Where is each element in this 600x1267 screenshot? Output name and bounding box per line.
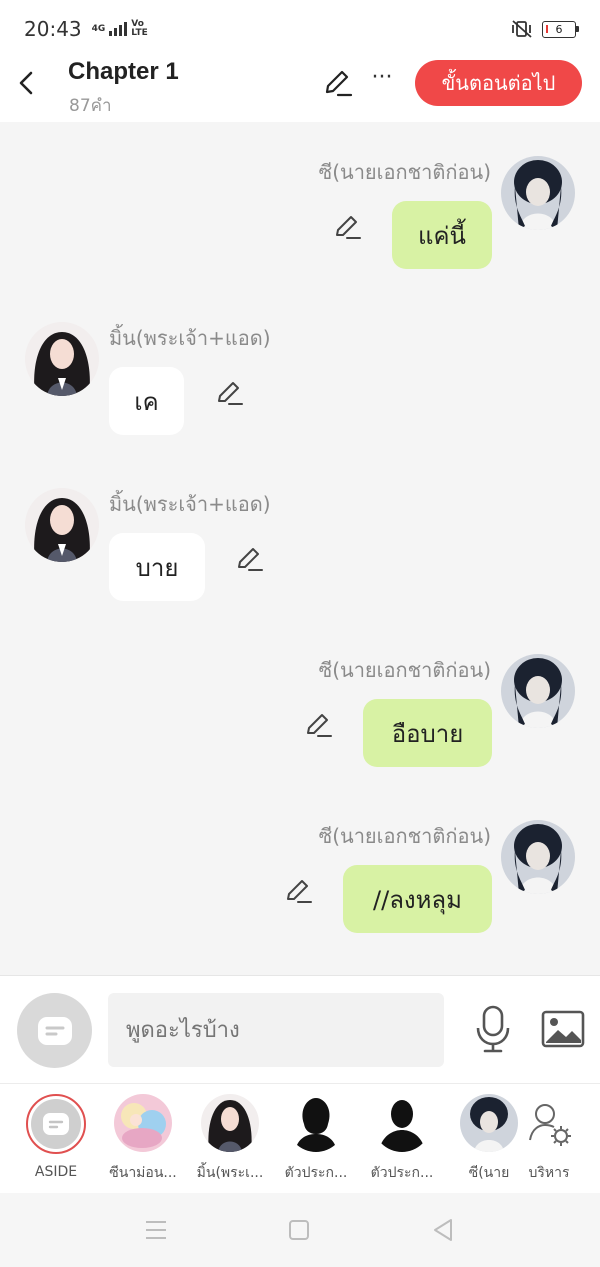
sender-name: ซี(นายเอกชาติก่อน) [318,658,491,682]
sender-name: มิ้น(พระเจ้า+แอด) [109,326,271,350]
character-avatar [201,1094,259,1152]
message-bubble[interactable]: แค่นี้ [392,201,492,269]
message-bubble[interactable]: อือบาย [363,699,492,767]
message-bubble[interactable]: บาย [109,533,205,601]
back-icon[interactable] [14,70,40,96]
character-label: บริหาร [528,1165,570,1181]
page-title: Chapter 1 [68,58,179,85]
edit-message-icon[interactable] [236,545,264,573]
home-icon[interactable] [289,1220,309,1240]
message-right: ซี(นายเอกชาติก่อน) แค่นี้ [0,122,600,272]
header: Chapter 1 87คำ ··· ขั้นตอนต่อไป [0,58,600,122]
avatar[interactable] [25,488,99,562]
image-icon[interactable] [541,1009,585,1049]
edit-message-icon[interactable] [334,213,362,241]
volte-label: Vo LTE [131,19,148,38]
character-label: มิ้น(พระเ... [196,1165,264,1181]
back-nav-icon[interactable] [432,1218,454,1242]
manage-characters-button[interactable]: บริหาร [506,1094,592,1184]
avatar[interactable] [501,654,575,728]
silhouette-avatar [287,1094,345,1152]
battery-level: 6 [555,22,563,36]
aside-icon [26,1094,86,1154]
chat-area[interactable]: ซี(นายเอกชาติก่อน) แค่นี้ มิ้น(พระเจ้า+แ… [0,122,600,975]
message-bubble[interactable]: เค [109,367,184,435]
message-right: ซี(นายเอกชาติก่อน) //ลงหลุม [0,786,600,936]
avatar[interactable] [25,322,99,396]
network-type: 4G [91,23,106,34]
silhouette-avatar [373,1094,431,1152]
avatar[interactable] [501,156,575,230]
message-input[interactable] [108,993,444,1067]
signal-icon [109,22,128,36]
input-bar [0,975,600,1083]
vibrate-off-icon [512,20,532,38]
character-label: ASIDE [34,1164,78,1180]
message-bubble[interactable]: //ลงหลุม [343,865,492,933]
sender-name: ซี(นายเอกชาติก่อน) [318,824,491,848]
character-label: ตัวประก... [284,1165,348,1181]
message-icon [37,1016,72,1045]
system-navigation-bar [0,1193,600,1267]
aside-mode-button[interactable] [17,993,92,1068]
character-item[interactable]: ซีนาม่อน... [100,1094,186,1184]
edit-message-icon[interactable] [285,877,313,905]
character-item[interactable]: ตัวประก... [273,1094,359,1184]
edit-message-icon[interactable] [305,711,333,739]
menu-icon[interactable] [145,1219,167,1241]
character-aside[interactable]: ASIDE [13,1094,99,1180]
character-bar: ASIDE ซีนาม่อน... มิ้น(พระเ... ตัวประก..… [0,1083,600,1193]
microphone-icon[interactable] [473,1004,513,1054]
character-avatar [114,1094,172,1152]
character-item[interactable]: มิ้น(พระเ... [187,1094,273,1184]
character-label: ซีนาม่อน... [109,1165,177,1181]
avatar[interactable] [501,820,575,894]
message-right: ซี(นายเอกชาติก่อน) อือบาย [0,620,600,770]
character-label: ตัวประก... [370,1165,434,1181]
network-indicator: 4G Vo LTE [92,20,152,38]
word-count: 87คำ [69,96,112,116]
message-left: มิ้น(พระเจ้า+แอด) เค [0,288,600,438]
next-step-button[interactable]: ขั้นตอนต่อไป [415,60,582,106]
status-time: 20:43 [24,17,82,41]
message-left: มิ้น(พระเจ้า+แอด) บาย [0,454,600,604]
manage-characters-icon [520,1094,578,1152]
edit-icon[interactable] [323,68,353,98]
sender-name: ซี(นายเอกชาติก่อน) [318,160,491,184]
edit-message-icon[interactable] [216,379,244,407]
battery-icon: 6 [542,20,579,38]
more-options-button[interactable]: ··· [369,67,395,98]
character-item[interactable]: ตัวประก... [359,1094,445,1184]
sender-name: มิ้น(พระเจ้า+แอด) [109,492,271,516]
status-bar: 20:43 4G Vo LTE 6 [0,0,600,58]
